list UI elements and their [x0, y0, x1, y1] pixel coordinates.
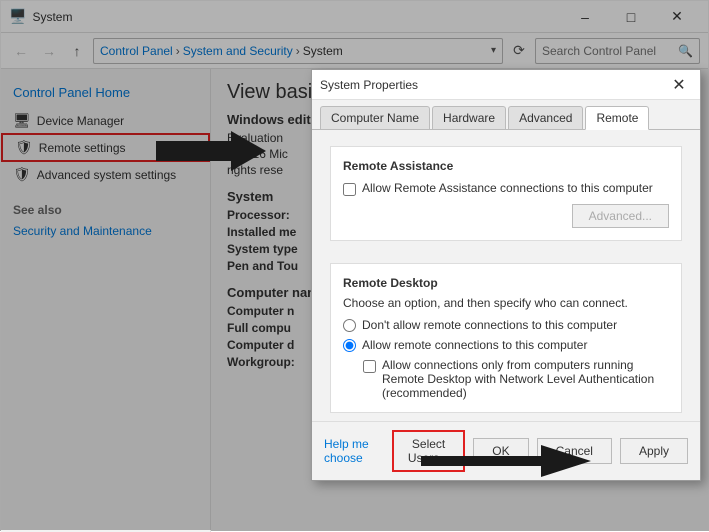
- no-connections-label: Don't allow remote connections to this c…: [362, 318, 617, 332]
- no-connections-radio-row: Don't allow remote connections to this c…: [343, 318, 669, 332]
- tab-hardware[interactable]: Hardware: [432, 106, 506, 129]
- help-me-choose-link[interactable]: Help me choose: [324, 437, 392, 465]
- remote-desktop-description: Choose an option, and then specify who c…: [343, 296, 669, 310]
- remote-assistance-checkbox-label: Allow Remote Assistance connections to t…: [362, 181, 653, 195]
- remote-assistance-advanced-button[interactable]: Advanced...: [572, 204, 669, 228]
- dialog-title-bar: System Properties ✕: [312, 70, 700, 100]
- remote-desktop-title: Remote Desktop: [343, 276, 669, 290]
- footer-right: Select Users... OK Cancel Apply: [392, 430, 688, 472]
- remote-assistance-content: Remote Assistance Allow Remote Assistanc…: [330, 146, 682, 241]
- dialog-title: System Properties: [320, 78, 666, 92]
- no-connections-radio[interactable]: [343, 319, 356, 332]
- dialog-close-button[interactable]: ✕: [666, 72, 692, 98]
- cancel-button[interactable]: Cancel: [537, 438, 612, 464]
- remote-assistance-checkbox[interactable]: [343, 183, 356, 196]
- allow-connections-label: Allow remote connections to this compute…: [362, 338, 587, 352]
- tab-computer-name[interactable]: Computer Name: [320, 106, 430, 129]
- nla-checkbox[interactable]: [363, 360, 376, 373]
- remote-assistance-title: Remote Assistance: [343, 159, 669, 173]
- nla-checkbox-label: Allow connections only from computers ru…: [382, 358, 669, 400]
- remote-assistance-area: Remote Assistance Allow Remote Assistanc…: [312, 130, 700, 241]
- main-window: 🖥️ System – □ ✕ ← → ↑ Control Panel › Sy…: [0, 0, 709, 531]
- select-users-button[interactable]: Select Users...: [392, 430, 465, 472]
- advanced-btn-container: Advanced...: [343, 204, 669, 228]
- allow-connections-radio-row: Allow remote connections to this compute…: [343, 338, 669, 352]
- remote-desktop-area: Remote Desktop Choose an option, and the…: [312, 249, 700, 413]
- allow-connections-radio[interactable]: [343, 339, 356, 352]
- system-properties-dialog: System Properties ✕ Computer Name Hardwa…: [311, 69, 701, 481]
- tab-advanced[interactable]: Advanced: [508, 106, 583, 129]
- ok-button[interactable]: OK: [473, 438, 528, 464]
- tab-remote[interactable]: Remote: [585, 106, 649, 130]
- apply-button[interactable]: Apply: [620, 438, 688, 464]
- remote-desktop-content: Remote Desktop Choose an option, and the…: [330, 263, 682, 413]
- nla-checkbox-row: Allow connections only from computers ru…: [363, 358, 669, 400]
- dialog-tabs: Computer Name Hardware Advanced Remote: [312, 100, 700, 130]
- dialog-footer: Help me choose Select Users... OK Cancel…: [312, 421, 700, 480]
- remote-assistance-checkbox-row: Allow Remote Assistance connections to t…: [343, 181, 669, 196]
